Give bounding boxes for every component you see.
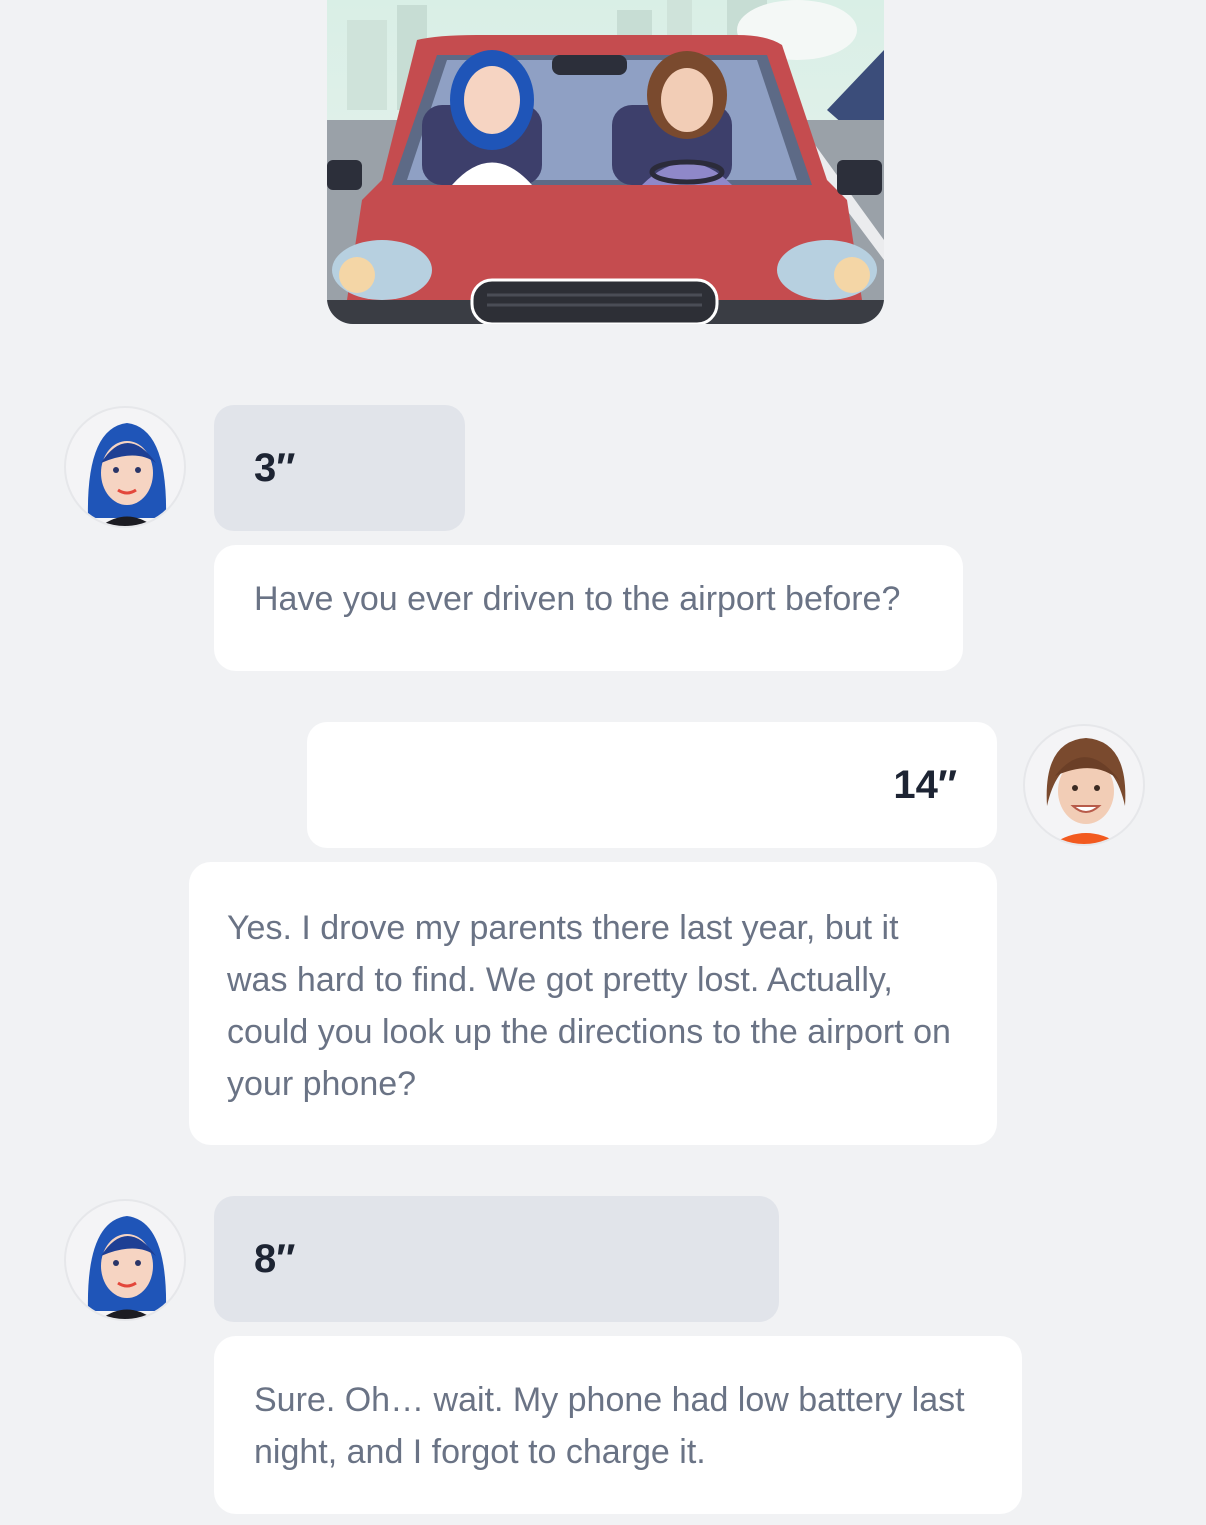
audio-duration-button[interactable]: 14″ (307, 722, 997, 848)
audio-duration-button[interactable]: 3″ (214, 405, 465, 531)
man-avatar (1023, 724, 1145, 846)
message-text: Sure. Oh… wait. My phone had low battery… (214, 1336, 1022, 1514)
audio-duration-button[interactable]: 8″ (214, 1196, 779, 1322)
message-text: Yes. I drove my parents there last year,… (189, 862, 997, 1145)
message-text: Have you ever driven to the airport befo… (214, 545, 963, 671)
car-scene-illustration (327, 0, 884, 324)
woman-avatar (64, 1199, 186, 1321)
woman-avatar (64, 406, 186, 528)
